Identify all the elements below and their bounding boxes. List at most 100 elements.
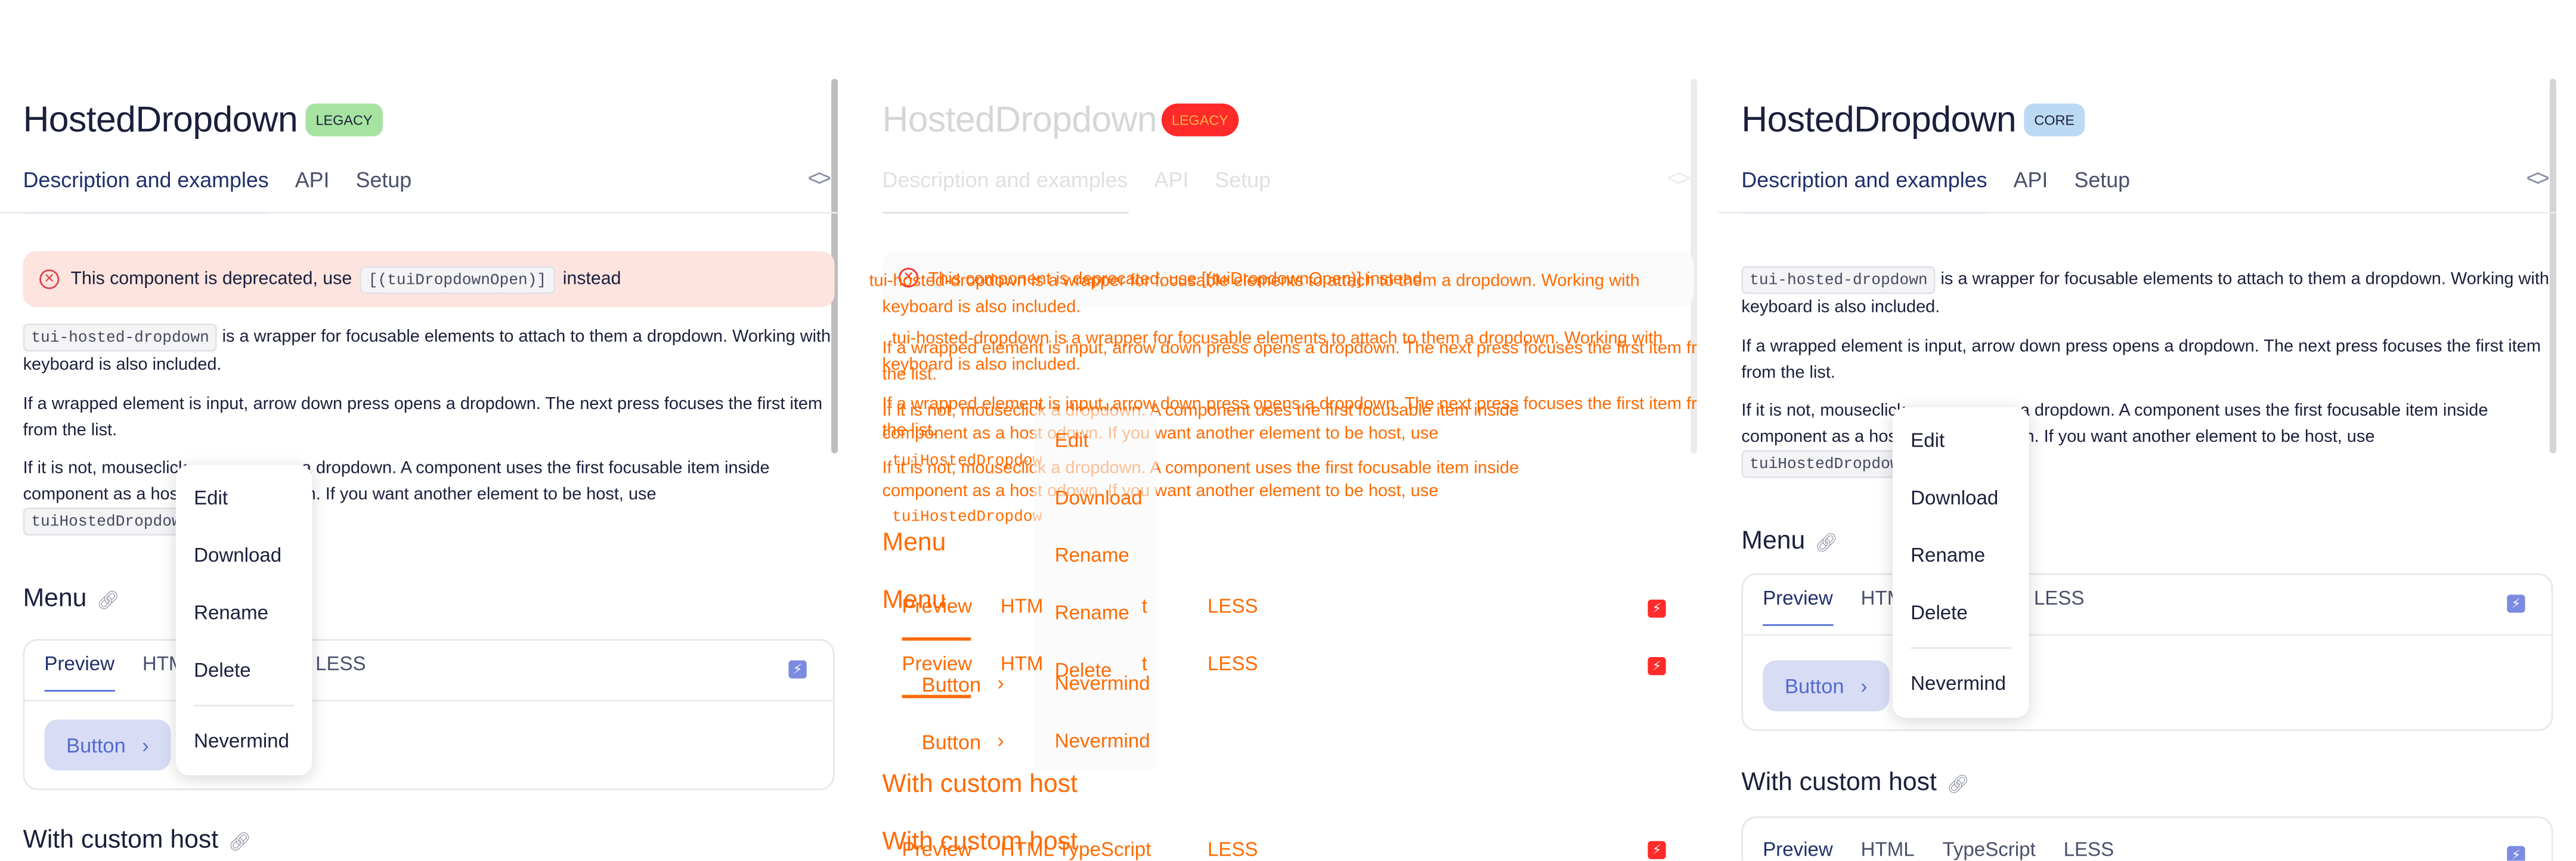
demo-tab-less[interactable]: LESS [315, 652, 366, 692]
link-icon[interactable]: 🔗︎ [97, 589, 119, 610]
stackblitz-icon[interactable]: ⚡︎ [788, 660, 807, 679]
diff-text: Download [1054, 486, 1143, 510]
demo-tab-less[interactable]: LESS [2064, 838, 2114, 861]
chevron-right-icon: › [997, 729, 1004, 752]
demo-tab-preview[interactable]: Preview [44, 652, 114, 692]
diff-text: If it is not, mouseclick a dropdown. A c… [882, 401, 1519, 421]
dropdown-host-button[interactable]: Button › [1763, 660, 1890, 711]
diff-text: Nevermind [1054, 671, 1150, 695]
description-paragraph: tui-hosted-dropdown is a wrapper for foc… [23, 323, 835, 378]
page-header: HostedDropdown LEGACY [882, 98, 1239, 141]
link-icon[interactable]: 🔗︎ [228, 831, 251, 851]
demo-card: Preview HTM t LESS ⚡︎ Button › [1741, 573, 2553, 732]
diff-text: Rename [1054, 543, 1129, 567]
code-host: tui-hosted-dropdown [1741, 266, 1936, 295]
tab-setup[interactable]: Setup [1215, 168, 1271, 213]
deprecation-notice: ✕ This component is deprecated, use [(tu… [23, 251, 835, 308]
dropdown-host-button[interactable]: Button › [44, 719, 171, 771]
notice-code: [(tuiDropdownOpen)] [360, 265, 555, 293]
link-icon[interactable]: 🔗︎ [1946, 773, 1969, 794]
diff-text: With custom host [882, 770, 1078, 798]
diff-text: the list. [882, 364, 937, 385]
menu-item-nevermind[interactable]: Nevermind [1911, 672, 2006, 695]
tab-setup[interactable]: Setup [2074, 168, 2130, 213]
stackblitz-icon[interactable]: ⚡︎ [2507, 594, 2525, 613]
stackblitz-icon[interactable]: ⚡︎ [1648, 599, 1666, 618]
page-title: HostedDropdown [23, 98, 298, 140]
tab-description[interactable]: Description and examples [23, 168, 269, 214]
code-toggle-icon[interactable]: <> [1667, 165, 1690, 191]
diff-text: Preview [902, 652, 973, 676]
diff-line [902, 637, 971, 640]
diff-text: Button [921, 673, 982, 697]
diff-text: t [1141, 652, 1148, 676]
notice-text-after: instead [562, 269, 621, 289]
page-header: HostedDropdown CORE [1741, 98, 2085, 141]
menu-item-nevermind[interactable]: Nevermind [194, 729, 289, 752]
chevron-right-icon: › [997, 671, 1004, 695]
menu-item-rename[interactable]: Rename [194, 601, 268, 624]
diff-text: keyboard is also included. [882, 297, 1081, 317]
menu-item-edit[interactable]: Edit [194, 487, 228, 510]
code-toggle-icon[interactable]: <> [2526, 165, 2550, 191]
diff-text: HTML [1000, 838, 1054, 861]
notice-text: This component is deprecated, use [70, 269, 352, 289]
menu-item-delete[interactable]: Delete [194, 659, 251, 682]
panel-core: HostedDropdown CORE Description and exam… [1718, 0, 2556, 861]
demo-divider [24, 699, 833, 702]
menu-item-rename[interactable]: Rename [1911, 544, 1985, 567]
menu-item-download[interactable]: Download [1911, 487, 1998, 510]
stackblitz-icon[interactable]: ⚡︎ [1648, 657, 1666, 676]
tab-api[interactable]: API [2014, 168, 2048, 213]
tab-api[interactable]: API [1154, 168, 1189, 213]
code-directive: tuiHostedDropdow [23, 507, 190, 536]
diff-text: LESS [1208, 594, 1258, 618]
demo-tab-typescript[interactable]: TypeScript [1943, 838, 2036, 861]
diff-text: Button [921, 731, 982, 754]
stackblitz-icon[interactable]: ⚡︎ [1648, 841, 1666, 859]
dropdown-menu: Edit Download Rename Delete Nevermind [1892, 407, 2029, 718]
diff-text: t [1141, 594, 1148, 618]
diff-text: Nevermind [1054, 729, 1150, 752]
code-toggle-icon[interactable]: <> [808, 165, 832, 191]
demo-tab-preview[interactable]: Preview [1763, 587, 1833, 626]
diff-text: Menu [882, 529, 946, 557]
tab-description[interactable]: Description and examples [882, 168, 1128, 214]
page-header: HostedDropdown LEGACY [23, 98, 383, 141]
diff-text: LESS [1208, 838, 1258, 861]
description-paragraph-2: If a wrapped element is input, arrow dow… [1741, 336, 2541, 383]
menu-item-delete[interactable]: Delete [1911, 601, 1968, 624]
tab-setup[interactable]: Setup [356, 168, 412, 213]
demo-card: Preview HTM t LESS ⚡︎ Button › [23, 639, 835, 791]
panel-diff: HostedDropdown LEGACY Description and ex… [859, 0, 1698, 861]
menu-item-download[interactable]: Download [194, 544, 281, 567]
diff-text: component as a host odown. If you want a… [882, 423, 1439, 444]
description-paragraph-3: If it is not, mouseclick a dropdown. A c… [1741, 398, 2513, 478]
description-paragraph-2: If a wrapped element is input, arrow dow… [23, 394, 823, 441]
chevron-right-icon: › [142, 733, 149, 757]
diff-text: Preview [902, 838, 973, 861]
diff-text: HTM [1000, 594, 1044, 618]
demo-tab-less[interactable]: LESS [2034, 587, 2085, 626]
page-tabs: Description and examples API Setup [882, 168, 1271, 214]
dropdown-menu: Edit Download Rename Delete Nevermind [175, 464, 312, 776]
description-paragraph: tui-hosted-dropdown is a wrapper for foc… [1741, 266, 2553, 320]
demo-tab-html[interactable]: HTML [1861, 838, 1915, 861]
diff-menu-ghost [1033, 410, 1157, 771]
diff-text: Edit [1054, 429, 1089, 452]
demo-divider [1743, 634, 2552, 636]
link-icon[interactable]: 🔗︎ [1815, 531, 1838, 553]
demo-tab-preview[interactable]: Preview [1763, 838, 1833, 861]
diff-text: TypeScript [1058, 838, 1151, 861]
diff-text: Preview [902, 594, 973, 618]
diff-text: tui-hosted-dropdown is a wrapper for foc… [869, 271, 1640, 291]
code-host: tui-hosted-dropdown [23, 323, 218, 352]
tab-description[interactable]: Description and examples [1741, 168, 1987, 214]
page-tabs: Description and examples API Setup [1741, 168, 2130, 214]
page-title: HostedDropdown [882, 98, 1157, 140]
tab-api[interactable]: API [295, 168, 330, 213]
legacy-badge: LEGACY [305, 103, 383, 137]
divider [0, 212, 838, 214]
menu-item-edit[interactable]: Edit [1911, 429, 1945, 452]
section-heading-menu: Menu 🔗︎ [1741, 527, 1838, 556]
